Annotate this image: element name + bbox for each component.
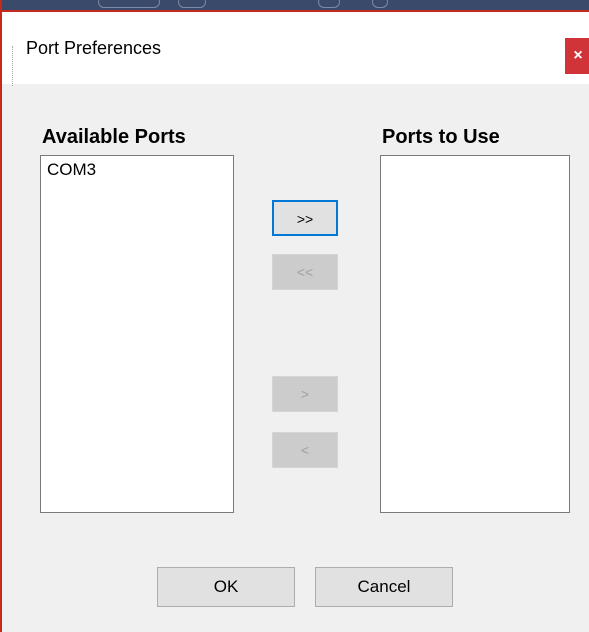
dialog-title: Port Preferences xyxy=(26,38,162,58)
ok-button[interactable]: OK xyxy=(157,567,295,607)
close-button[interactable]: × xyxy=(565,38,589,74)
background-tab-shape xyxy=(318,0,340,8)
available-ports-list[interactable]: COM3 xyxy=(40,155,234,513)
port-preferences-dialog: Port Preferences × Available Ports COM3 … xyxy=(0,0,589,632)
add-all-button[interactable]: >> xyxy=(272,200,338,236)
port-list-item[interactable]: COM3 xyxy=(41,156,233,184)
background-tab-shape xyxy=(98,0,160,8)
remove-one-button[interactable]: < xyxy=(272,432,338,468)
title-bar: Port Preferences × xyxy=(2,12,589,84)
close-icon: × xyxy=(573,47,583,64)
background-tab-shape xyxy=(372,0,388,8)
ports-to-use-list[interactable] xyxy=(380,155,570,513)
ports-to-use-heading: Ports to Use xyxy=(382,126,500,148)
remove-all-button[interactable]: << xyxy=(272,254,338,290)
dotted-divider xyxy=(12,46,15,86)
cancel-button[interactable]: Cancel xyxy=(315,567,453,607)
background-tab-shape xyxy=(178,0,206,8)
add-one-button[interactable]: > xyxy=(272,376,338,412)
available-ports-heading: Available Ports xyxy=(42,126,186,148)
background-window-strip xyxy=(2,0,589,12)
